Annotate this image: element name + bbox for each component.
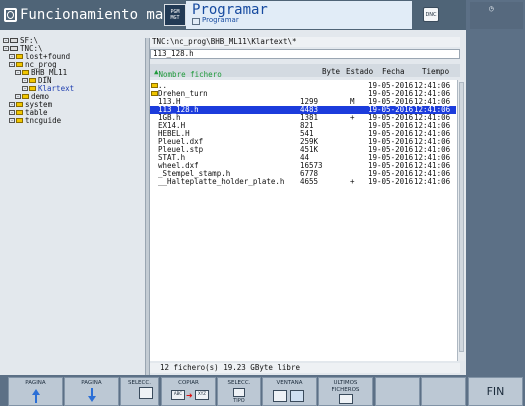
recent-files-icon [339, 394, 353, 404]
header-bar: Funcionamiento man... PGM MGT Programar … [0, 0, 466, 30]
copy-source-icon: ABC [171, 390, 185, 400]
file-size: 4655 [300, 177, 319, 186]
column-header-time[interactable]: Tiempo [422, 67, 449, 76]
programming-mode-indicator[interactable]: Programar Programar [186, 1, 412, 29]
copy-button[interactable]: COPIAR ABC ➜ XYZ [161, 377, 216, 406]
collapse-icon: - [9, 110, 15, 116]
file-status: M [350, 97, 355, 106]
column-header-size[interactable]: Byte [322, 67, 340, 76]
collapse-icon: - [9, 118, 15, 124]
file-list: .. 19-05-2016 12:41:06 Drehen_turn 19-05-201… [150, 80, 460, 361]
select-button[interactable]: SELECC. [120, 377, 159, 406]
arrow-down-icon [87, 396, 96, 402]
select-file-icon [139, 387, 153, 399]
select-type-label: SELECC. [227, 380, 251, 386]
softkey-empty-2[interactable] [421, 377, 466, 406]
status-line: 12 fichero(s) 19.23 GByte libre [150, 363, 460, 373]
collapse-icon: - [15, 94, 21, 100]
collapse-icon: - [9, 102, 15, 108]
column-header-name-label: Nombre fichero [158, 70, 222, 79]
folder-icon [22, 94, 29, 99]
folder-icon [16, 62, 23, 67]
page-up-label: PAGINA [25, 380, 46, 386]
file-status: + [350, 113, 355, 122]
softkey-empty-1[interactable] [375, 377, 420, 406]
copy-target-label: XYZ [198, 391, 206, 396]
drive-icon [10, 46, 18, 51]
vertical-softkey-bar [466, 0, 525, 375]
folder-icon [29, 86, 36, 91]
file-time: 12:41:06 [414, 177, 451, 186]
recent-files-sublabel: FICHEROS [331, 387, 360, 393]
vertical-softkey-top[interactable] [470, 2, 523, 29]
file-status: + [350, 177, 355, 186]
folder-icon [22, 70, 29, 75]
collapse-icon: - [3, 46, 9, 52]
file-list-header: ▲ Nombre fichero Byte Estado Fecha Tiemp… [150, 64, 460, 79]
machine-mode-icon [4, 8, 17, 22]
page-down-button[interactable]: PAGINA [64, 377, 119, 406]
copy-label: COPIAR [178, 380, 199, 386]
file-date: 19-05-2016 [368, 177, 414, 186]
collapse-icon: - [3, 38, 9, 44]
select-type-button[interactable]: SELECC. TIPO [217, 377, 261, 406]
folder-icon [16, 102, 23, 107]
folder-icon [151, 83, 158, 88]
column-header-date[interactable]: Fecha [382, 67, 405, 76]
copy-target-icon: XYZ [195, 390, 209, 400]
program-file-icon [192, 18, 200, 25]
page-up-button[interactable]: PAGINA [8, 377, 63, 406]
window-single-icon [273, 390, 287, 402]
page-down-label: PAGINA [81, 380, 102, 386]
folder-icon [29, 78, 36, 83]
collapse-icon: - [9, 62, 15, 68]
programming-mode-subtitle: Programar [202, 16, 239, 24]
select-label: SELECC. [128, 380, 151, 386]
window-label: VENTANA [276, 380, 303, 386]
copy-arrow-icon: ➜ [186, 391, 193, 400]
tree-item-label: tncguide [25, 116, 62, 125]
folder-icon [16, 110, 23, 115]
window-split-icon [290, 390, 304, 402]
recent-files-button[interactable]: ULTIMOS FICHEROS [318, 377, 373, 406]
scrollbar-thumb[interactable] [459, 82, 464, 352]
collapse-icon: - [15, 70, 21, 76]
end-button[interactable]: FIN [468, 377, 523, 406]
folder-icon [151, 91, 158, 96]
drive-icon [10, 38, 18, 43]
recent-files-label: ULTIMOS [333, 380, 358, 386]
collapse-icon: - [9, 54, 15, 60]
collapse-icon: - [22, 78, 28, 84]
dnc-icon[interactable]: DNC [423, 7, 439, 22]
file-name: __Halteplatte_holder_plate.h [158, 177, 285, 186]
copy-source-label: ABC [173, 391, 183, 396]
column-header-status[interactable]: Estado [346, 67, 373, 76]
collapse-icon: - [22, 86, 28, 92]
filename-field[interactable]: 113_128.h [150, 49, 460, 59]
file-type-icon [233, 388, 245, 397]
tree-item-tncguide[interactable]: - tncguide [9, 116, 61, 125]
file-row[interactable]: __Halteplatte_holder_plate.h 4655 +19-05-2… [150, 177, 456, 186]
column-header-name[interactable]: ▲ Nombre fichero [154, 67, 222, 79]
select-type-sublabel: TIPO [233, 398, 245, 404]
clock-icon: ◷ [489, 4, 494, 13]
folder-icon [16, 54, 23, 59]
file-list-scrollbar[interactable] [457, 80, 465, 361]
pgm-mgt-icon: PGM MGT [164, 4, 186, 26]
arrow-up-stem [34, 394, 37, 403]
current-path: TNC:\nc_prog\BHB_ML11\Klartext\* [150, 37, 460, 47]
window-button[interactable]: VENTANA [262, 377, 317, 406]
folder-icon [16, 118, 23, 123]
